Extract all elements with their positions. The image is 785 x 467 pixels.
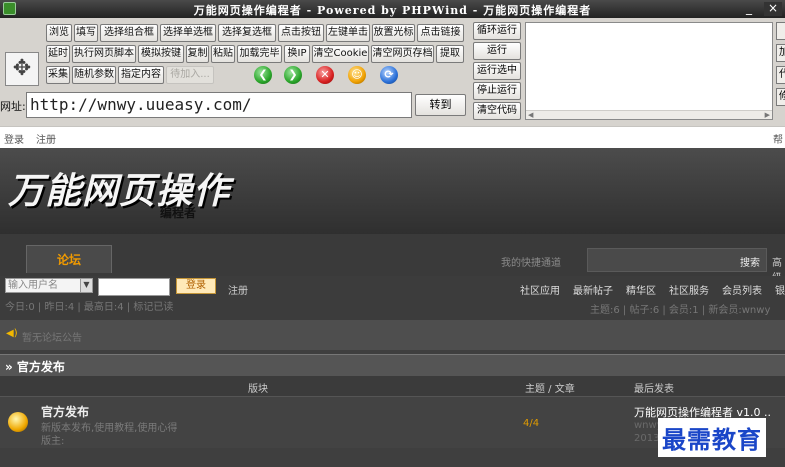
nav-more[interactable]: 银 [775, 282, 785, 297]
random-param-button[interactable]: 随机参数 [72, 66, 116, 84]
tab-forum[interactable]: 论坛 [26, 245, 112, 273]
app-window: 万能网页操作编程者 - Powered by PHPWind - 万能网页操作编… [0, 0, 785, 467]
specify-content-button[interactable]: 指定内容 [118, 66, 164, 84]
password-field[interactable] [98, 278, 170, 296]
side-button-1[interactable] [776, 22, 785, 40]
side-button-code[interactable]: 代 [776, 66, 785, 84]
section-header: » 官方发布 [0, 354, 785, 376]
title-bar: 万能网页操作编程者 - Powered by PHPWind - 万能网页操作编… [0, 0, 785, 18]
daily-stats: 今日:0 | 昨日:4 | 最高日:4 | 标记已读 [5, 302, 174, 313]
place-cursor-button[interactable]: 放置光标 [372, 24, 415, 42]
forum-stats: 主题:6 | 帖子:6 | 会员:1 | 新会员:wnwy [590, 305, 771, 316]
loop-run-button[interactable]: 循环运行 [473, 22, 521, 40]
forward-icon[interactable]: ❯ [284, 66, 302, 84]
section-title[interactable]: » 官方发布 [5, 358, 65, 375]
site-logo-sub: 编程者 [160, 206, 197, 220]
clear-cookie-button[interactable]: 清空Cookie [312, 45, 369, 63]
help-link[interactable]: 帮 [773, 131, 783, 146]
col-last-post: 最后发表 [634, 384, 674, 395]
run-script-button[interactable]: 执行网页脚本 [72, 45, 136, 63]
load-complete-button[interactable]: 加载完毕 [237, 45, 282, 63]
nav-digest[interactable]: 精华区 [626, 282, 656, 297]
username-field[interactable]: 输入用户名 ▼ [5, 278, 93, 293]
site-logo[interactable]: 万能网页操作 [8, 162, 230, 214]
login-link[interactable]: 登录 [4, 131, 24, 146]
stop-run-button[interactable]: 停止运行 [473, 82, 521, 100]
forum-moderator: 版主: [41, 436, 65, 447]
pending-button: 待加入... [166, 66, 214, 84]
close-button[interactable]: × [764, 2, 782, 16]
chevron-down-icon[interactable]: ▼ [80, 279, 92, 292]
clear-cache-button[interactable]: 清空网页存档 [371, 45, 434, 63]
forum-name[interactable]: 官方发布 [41, 403, 89, 420]
click-button-button[interactable]: 点击按钮 [278, 24, 324, 42]
code-editor[interactable]: ◀ ▶ [525, 22, 773, 120]
run-selected-button[interactable]: 运行选中 [473, 62, 521, 80]
simulate-key-button[interactable]: 模拟按键 [138, 45, 184, 63]
collect-button[interactable]: 采集 [46, 66, 70, 84]
window-title: 万能网页操作编程者 - Powered by PHPWind - 万能网页操作编… [193, 4, 592, 17]
side-button-edit[interactable]: 修 [776, 88, 785, 106]
forum-count: 4/4 [523, 418, 540, 429]
quick-channel[interactable]: 我的快捷通道 [501, 254, 561, 269]
forum-login-button[interactable]: 登录 [176, 278, 216, 294]
go-button[interactable]: 转到 [415, 94, 466, 116]
register-link[interactable]: 注册 [36, 131, 56, 146]
scroll-left-icon[interactable]: ◀ [528, 111, 533, 119]
side-button-add[interactable]: 加 [776, 44, 785, 62]
nav-members[interactable]: 会员列表 [722, 282, 762, 297]
browse-button[interactable]: 浏览 [46, 24, 72, 42]
horizontal-scrollbar[interactable]: ◀ ▶ [526, 110, 772, 119]
url-input[interactable]: http://wnwy.uueasy.com/ [26, 92, 412, 118]
username-placeholder: 输入用户名 [8, 280, 58, 291]
forum-status-icon [8, 412, 28, 432]
login-bar: 登录 注册 帮 [0, 126, 785, 148]
forum-register-link[interactable]: 注册 [228, 282, 248, 297]
speaker-icon: ◀) [6, 328, 18, 339]
left-click-button[interactable]: 左键单击 [326, 24, 370, 42]
nav-latest-posts[interactable]: 最新帖子 [573, 282, 613, 297]
change-ip-button[interactable]: 换IP [284, 45, 310, 63]
dpad-icon[interactable]: ✥ [5, 52, 39, 86]
search-button[interactable]: 搜索 [740, 254, 760, 269]
delay-button[interactable]: 延时 [46, 45, 70, 63]
copy-button[interactable]: 复制 [186, 45, 209, 63]
toolbar: ✥ 浏览 填写 选择组合框 选择单选框 选择复选框 点击按钮 左键单击 放置光标… [0, 18, 785, 126]
run-button[interactable]: 运行 [473, 42, 521, 60]
clear-code-button[interactable]: 清空代码 [473, 102, 521, 120]
nav-services[interactable]: 社区服务 [669, 282, 709, 297]
column-header: 版块 主题 / 文章 最后发表 [0, 376, 785, 396]
refresh-icon[interactable]: ⟳ [380, 66, 398, 84]
notice-text: 暂无论坛公告 [22, 333, 82, 344]
notice-bar: ◀) 暂无论坛公告 [0, 320, 785, 350]
home-icon[interactable]: ☺ [348, 66, 366, 84]
watermark-logo: 最需教育 [658, 418, 766, 457]
paste-button[interactable]: 粘贴 [211, 45, 235, 63]
fill-button[interactable]: 填写 [74, 24, 98, 42]
stop-icon[interactable]: ✕ [316, 66, 334, 84]
col-block: 版块 [248, 384, 268, 395]
extract-button[interactable]: 提取 [436, 45, 464, 63]
last-post-date: 2013 [634, 433, 660, 444]
minimize-button[interactable]: _ [742, 2, 756, 16]
click-link-button[interactable]: 点击链接 [417, 24, 464, 42]
nav-community-apps[interactable]: 社区应用 [520, 282, 560, 297]
site-banner: 万能网页操作 编程者 [0, 148, 785, 234]
select-combo-button[interactable]: 选择组合框 [100, 24, 158, 42]
url-label: 网址: [0, 100, 26, 113]
select-checkbox-button[interactable]: 选择复选框 [218, 24, 276, 42]
col-topics: 主题 / 文章 [525, 384, 575, 395]
scroll-right-icon[interactable]: ▶ [765, 111, 770, 119]
back-icon[interactable]: ❮ [254, 66, 272, 84]
select-radio-button[interactable]: 选择单选框 [160, 24, 216, 42]
